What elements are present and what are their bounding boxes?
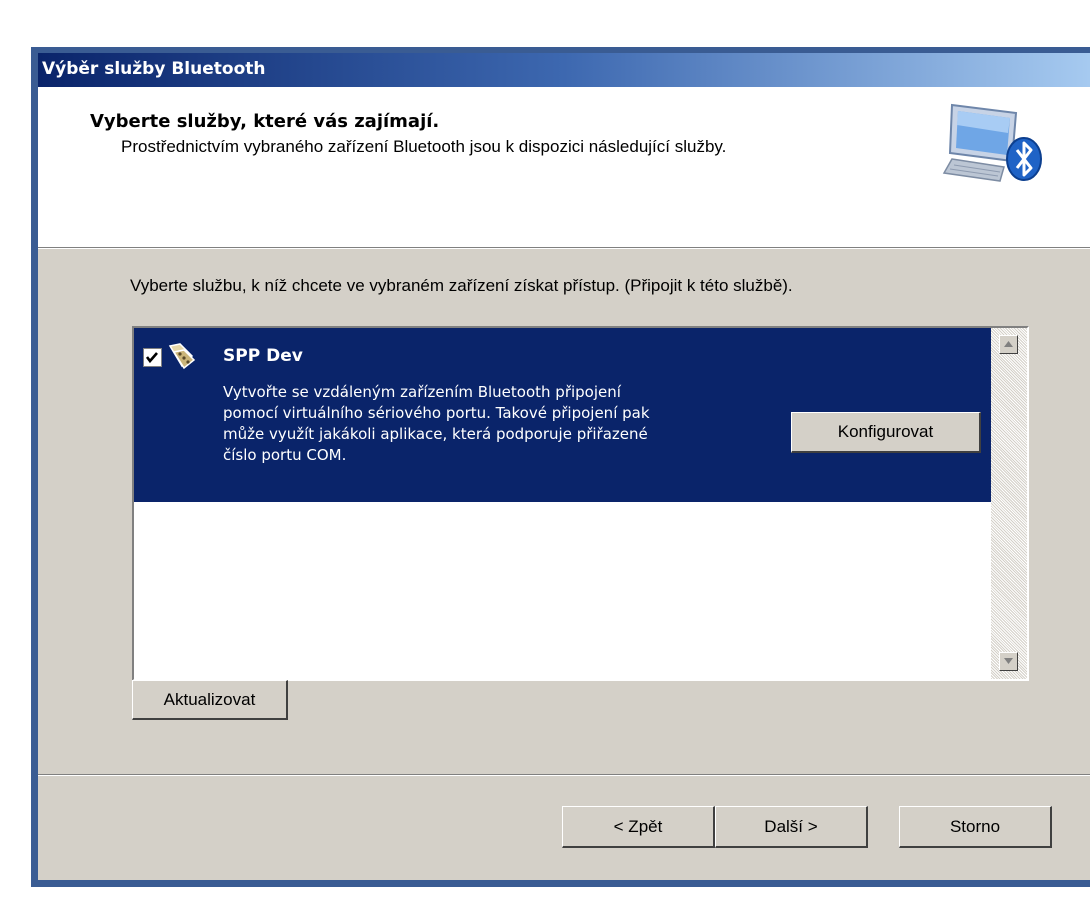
header-title: Vyberte služby, které vás zajímají. bbox=[90, 111, 440, 132]
next-button[interactable]: Další > bbox=[715, 806, 868, 848]
title-bar[interactable]: Výběr služby Bluetooth bbox=[38, 53, 1090, 87]
arrow-down-icon bbox=[1004, 658, 1013, 664]
service-description-line: pomocí virtuálního sériového portu. Tako… bbox=[223, 404, 650, 422]
header-subtitle: Prostřednictvím vybraného zařízení Bluet… bbox=[121, 137, 727, 156]
serial-port-icon bbox=[166, 342, 198, 372]
wizard-header: Vyberte služby, které vás zajímají. Pros… bbox=[38, 87, 1090, 247]
service-name: SPP Dev bbox=[223, 346, 303, 366]
cancel-button[interactable]: Storno bbox=[899, 806, 1052, 848]
service-description-line: Vytvořte se vzdáleným zařízením Bluetoot… bbox=[223, 383, 621, 401]
bluetooth-service-dialog: Výběr služby Bluetooth Vyberte služby, k… bbox=[38, 53, 1090, 880]
arrow-up-icon bbox=[1004, 341, 1013, 347]
footer-separator-highlight bbox=[38, 775, 1090, 776]
service-checkbox[interactable] bbox=[143, 348, 162, 367]
service-list[interactable]: SPP Dev Vytvořte se vzdáleným zařízením … bbox=[132, 326, 1029, 681]
service-description-line: může využít jakákoli aplikace, která pod… bbox=[223, 425, 648, 443]
service-item-spp-dev[interactable]: SPP Dev Vytvořte se vzdáleným zařízením … bbox=[134, 328, 991, 502]
service-description: Vytvořte se vzdáleným zařízením Bluetoot… bbox=[223, 382, 803, 466]
bluetooth-computer-icon bbox=[938, 97, 1048, 187]
scroll-up-button[interactable] bbox=[999, 335, 1018, 354]
window-title: Výběr služby Bluetooth bbox=[42, 59, 266, 79]
service-description-line: číslo portu COM. bbox=[223, 446, 347, 464]
configure-button[interactable]: Konfigurovat bbox=[791, 412, 981, 453]
instruction-text: Vyberte službu, k níž chcete ve vybraném… bbox=[130, 276, 793, 295]
scroll-down-button[interactable] bbox=[999, 652, 1018, 671]
refresh-button[interactable]: Aktualizovat bbox=[132, 680, 288, 720]
vertical-scrollbar[interactable] bbox=[991, 328, 1027, 679]
back-button[interactable]: < Zpět bbox=[562, 806, 715, 848]
header-separator-highlight bbox=[38, 248, 1090, 249]
